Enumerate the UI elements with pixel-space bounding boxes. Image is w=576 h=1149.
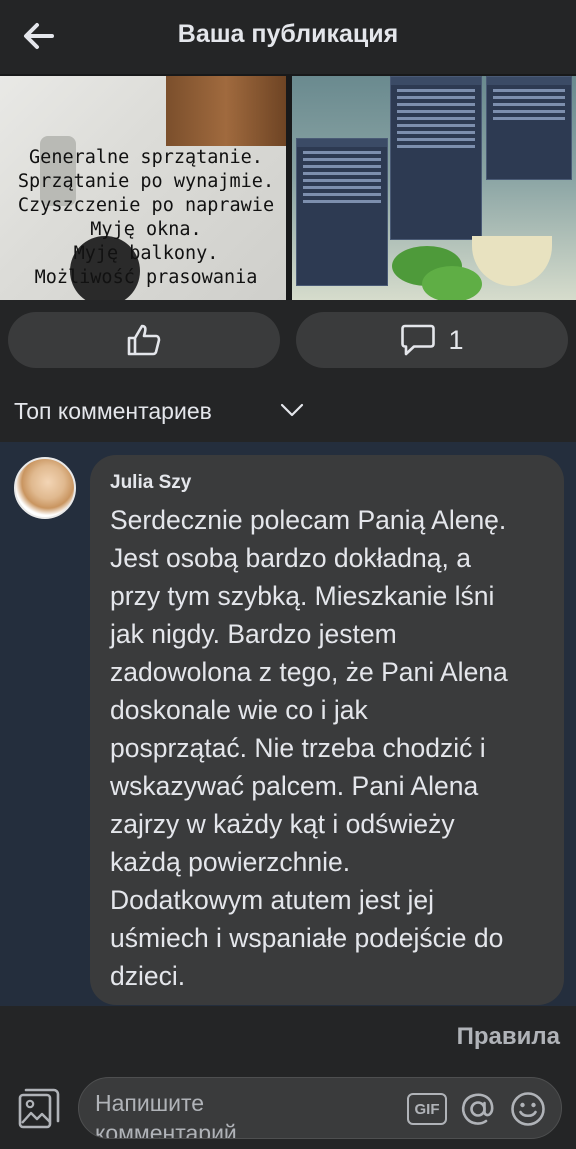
smiley-icon: [511, 1092, 545, 1126]
bowl: [472, 236, 552, 286]
comments-list: Julia Szy Serdecznie polecam Panią Alenę…: [0, 442, 576, 1006]
chevron-down-icon: [280, 403, 304, 417]
screenshot-card: [486, 76, 572, 180]
screenshot-card: [390, 76, 482, 240]
comment-author[interactable]: Julia Szy: [110, 472, 191, 494]
comment-text: Serdecznie polecam Panią Alenę. Jest oso…: [110, 505, 508, 991]
wood-decor: [166, 76, 286, 146]
comment-count: 1: [448, 324, 464, 355]
avatar[interactable]: [14, 457, 76, 519]
page-title: Ваша публикация: [177, 20, 399, 48]
post-image-cleaning-services[interactable]: Generalne sprzątanie. Sprzątanie po wyna…: [0, 76, 286, 300]
comment-composer: Правила Напишите комментарий GIF: [0, 1006, 576, 1149]
thumbs-up-icon: [127, 324, 161, 356]
post-image-screenshots[interactable]: [292, 76, 576, 300]
at-sign-icon: [461, 1093, 494, 1125]
mention-button[interactable]: [459, 1090, 497, 1128]
gif-button[interactable]: GIF: [407, 1093, 447, 1125]
image-overlay-text: Generalne sprzątanie. Sprzątanie po wyna…: [17, 147, 275, 288]
screenshot-card: [296, 138, 388, 286]
rules-link[interactable]: Правила: [457, 1023, 560, 1051]
like-button[interactable]: [8, 312, 280, 368]
photo-icon: [18, 1088, 60, 1129]
post-images: Generalne sprzątanie. Sprzątanie po wyna…: [0, 74, 576, 300]
sort-label: Топ комментариев: [14, 398, 212, 424]
comment-input[interactable]: Напишите комментарий GIF: [78, 1077, 562, 1139]
emoji-button[interactable]: [509, 1090, 547, 1128]
comment-button[interactable]: 1: [296, 312, 568, 368]
top-bar: Ваша публикация: [0, 0, 576, 74]
leaf: [422, 266, 482, 300]
comment-sort[interactable]: Топ комментариев: [0, 382, 576, 442]
speech-bubble-icon: [401, 324, 436, 356]
comment-input-placeholder: Напишите комментарий: [95, 1090, 237, 1139]
photo-button[interactable]: [16, 1086, 62, 1132]
comment-bubble[interactable]: Julia Szy Serdecznie polecam Panią Alenę…: [90, 455, 564, 1005]
reaction-bar: 1: [0, 300, 576, 382]
